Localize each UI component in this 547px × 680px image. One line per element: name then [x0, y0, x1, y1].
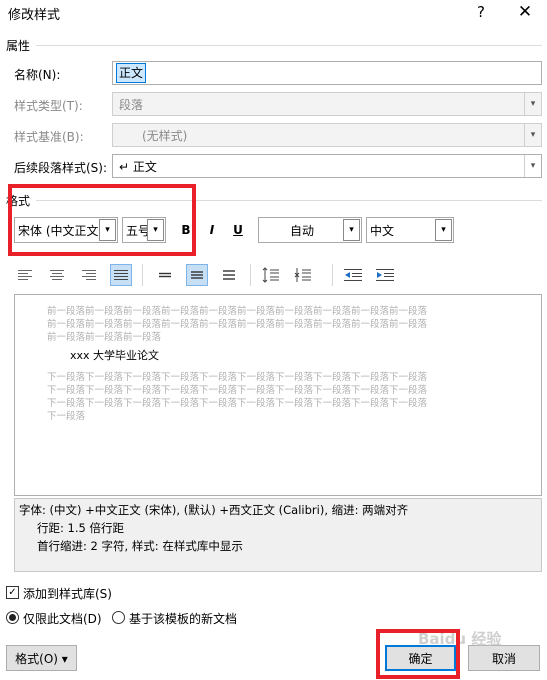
- style-based-label: 样式基准(B):: [14, 130, 84, 144]
- style-type-value: 段落: [119, 97, 144, 112]
- chevron-down-icon: ▾: [147, 219, 164, 241]
- format-divider: [36, 200, 542, 201]
- next-style-select[interactable]: ↵ 正文 ▾: [112, 154, 542, 178]
- chevron-down-icon: ▾: [524, 93, 541, 115]
- preview-prev-line: 前一段落前一段落前一段落前一段落前一段落前一段落前一段落前一段落前一段落前一段落: [47, 319, 428, 330]
- description-line: 字体: (中文) +中文正文 (宋体), (默认) +西文正文 (Calibri…: [19, 503, 409, 517]
- language-select[interactable]: 中文 ▾: [366, 217, 454, 243]
- description-line: 首行缩进: 2 字符, 样式: 在样式库中显示: [37, 539, 243, 553]
- based-on-template-label: 基于该模板的新文档: [129, 612, 238, 626]
- toolbar-divider: [332, 264, 333, 286]
- decrease-indent-icon[interactable]: [342, 264, 364, 286]
- format-section-label: 格式: [6, 194, 31, 208]
- align-right-icon[interactable]: [78, 264, 100, 286]
- font-value: 宋体 (中文正文): [18, 223, 100, 238]
- add-to-gallery-label: 添加到样式库(S): [23, 587, 112, 601]
- preview-next-line: 下一段落下一段落下一段落下一段落下一段落下一段落下一段落下一段落下一段落下一段落: [47, 398, 428, 409]
- single-spacing-icon[interactable]: [154, 264, 176, 286]
- font-size-select[interactable]: 五号 ▾: [122, 217, 166, 243]
- preview-next-line: 下一段落下一段落下一段落下一段落下一段落下一段落下一段落下一段落下一段落下一段落: [47, 385, 428, 396]
- preview-next-line: 下一段落: [47, 411, 86, 422]
- increase-indent-icon[interactable]: [374, 264, 396, 286]
- add-to-gallery-checkbox[interactable]: ✓: [6, 586, 19, 599]
- help-button[interactable]: ?: [458, 0, 504, 24]
- name-label: 名称(N):: [14, 68, 61, 82]
- style-based-select[interactable]: (无样式) ▾: [112, 123, 542, 147]
- only-this-doc-label: 仅限此文档(D): [23, 612, 102, 626]
- align-left-icon[interactable]: [14, 264, 36, 286]
- font-color-value: 自动: [290, 223, 315, 238]
- window-title: 修改样式: [8, 8, 61, 23]
- preview-sample-text: xxx 大学毕业论文: [70, 349, 160, 362]
- based-on-template-radio[interactable]: [112, 611, 125, 624]
- format-menu-button[interactable]: 格式(O) ▾: [6, 645, 77, 671]
- name-value: 正文: [116, 63, 147, 83]
- next-style-label: 后续段落样式(S):: [14, 161, 108, 175]
- double-spacing-icon[interactable]: [218, 264, 240, 286]
- chevron-down-icon: ▾: [524, 124, 541, 146]
- close-button[interactable]: ✕: [502, 0, 547, 24]
- align-justify-icon[interactable]: [110, 264, 132, 286]
- style-preview: 前一段落前一段落前一段落前一段落前一段落前一段落前一段落前一段落前一段落前一段落…: [14, 294, 542, 496]
- toolbar-divider: [142, 264, 143, 286]
- increase-spacing-icon[interactable]: [260, 264, 282, 286]
- one-half-spacing-icon[interactable]: [186, 264, 208, 286]
- bold-button[interactable]: B: [175, 219, 197, 241]
- baidu-watermark: Baidu 经验: [418, 630, 502, 648]
- style-description: 字体: (中文) +中文正文 (宋体), (默认) +西文正文 (Calibri…: [14, 498, 542, 572]
- align-center-icon[interactable]: [46, 264, 68, 286]
- preview-next-line: 下一段落下一段落下一段落下一段落下一段落下一段落下一段落下一段落下一段落下一段落: [47, 372, 428, 383]
- chevron-down-icon: ▾: [343, 219, 360, 241]
- toolbar-divider: [250, 264, 251, 286]
- chevron-down-icon: ▾: [435, 219, 452, 241]
- italic-button[interactable]: I: [201, 219, 223, 241]
- chevron-down-icon: ▾: [524, 155, 541, 177]
- font-color-select[interactable]: 自动 ▾: [258, 217, 362, 243]
- preview-prev-line: 前一段落前一段落前一段落前一段落前一段落前一段落前一段落前一段落前一段落前一段落: [47, 306, 428, 317]
- chevron-down-icon: ▾: [99, 219, 116, 241]
- paragraph-toolbar: [14, 262, 542, 288]
- style-type-label: 样式类型(T):: [14, 99, 83, 113]
- next-style-value: ↵ 正文: [119, 159, 157, 174]
- only-this-doc-radio[interactable]: [6, 611, 19, 624]
- decrease-spacing-icon[interactable]: [292, 264, 314, 286]
- radio-selected-dot: [9, 614, 16, 621]
- name-input[interactable]: 正文: [112, 61, 542, 85]
- language-value: 中文: [370, 223, 395, 238]
- description-line: 行距: 1.5 倍行距: [37, 521, 124, 535]
- properties-divider: [36, 45, 542, 46]
- underline-button[interactable]: U: [227, 219, 249, 241]
- title-bar: 修改样式 ? ✕: [0, 0, 547, 30]
- style-based-value: (无样式): [142, 128, 188, 143]
- font-select[interactable]: 宋体 (中文正文) ▾: [14, 217, 118, 243]
- properties-section-label: 属性: [6, 39, 31, 53]
- style-type-select[interactable]: 段落 ▾: [112, 92, 542, 116]
- preview-prev-line: 前一段落前一段落前一段落: [47, 332, 162, 343]
